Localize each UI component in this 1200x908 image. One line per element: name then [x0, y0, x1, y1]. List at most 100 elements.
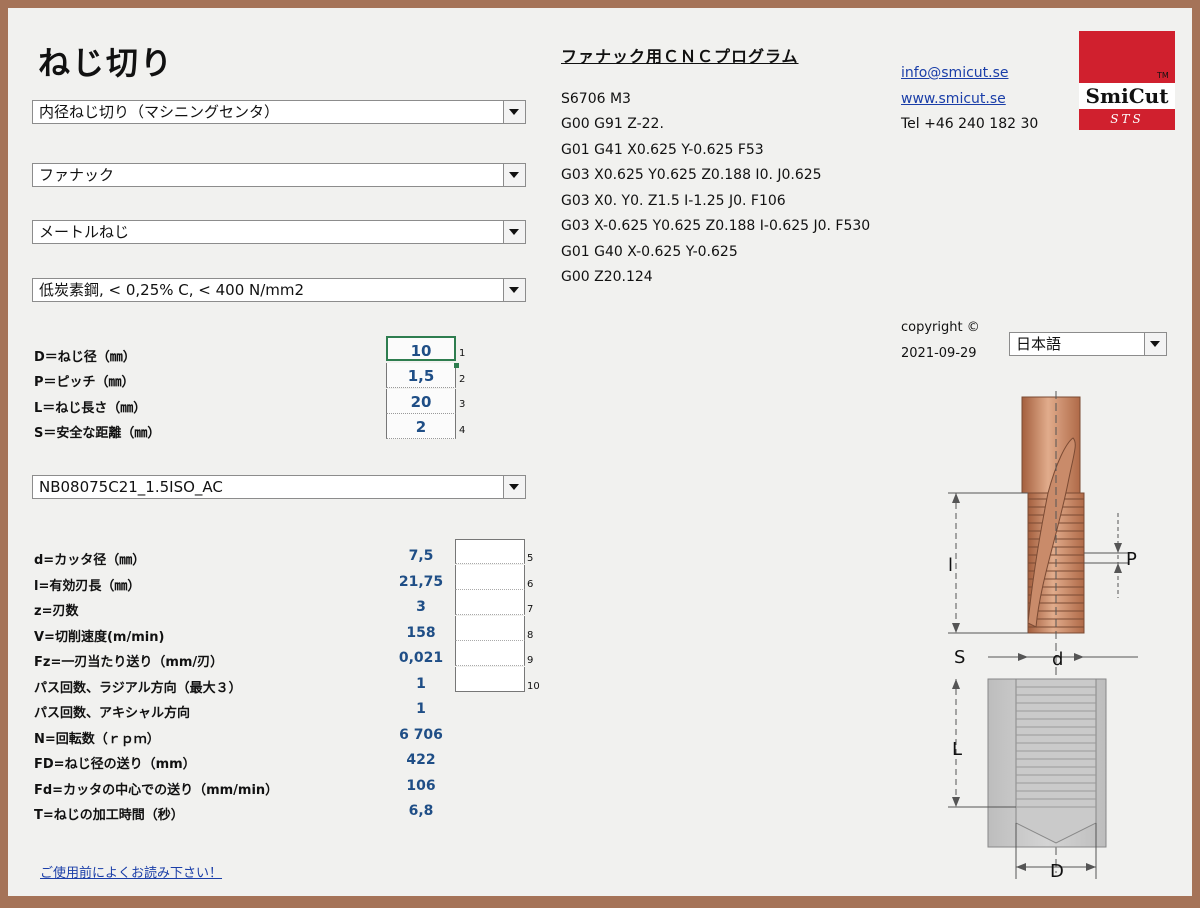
result-value: 3	[416, 599, 426, 615]
copyright-date: 2021-09-29	[901, 346, 977, 361]
phone-number: Tel +46 240 182 30	[901, 116, 1039, 132]
result-label: d=カッタ径（㎜）	[34, 553, 146, 568]
result-value: 0,021	[398, 650, 444, 666]
result-value: 6 706	[399, 727, 443, 743]
pitch-arrow-bottom	[1114, 563, 1122, 573]
result-value: 158	[406, 625, 436, 641]
note-cell[interactable]	[455, 590, 525, 615]
result-label: Fz=一刃当たり送り（mm/刃）	[34, 655, 224, 670]
L-arrow-bottom	[952, 797, 960, 807]
input-label-length: L＝ねじ長さ（㎜）	[34, 401, 147, 416]
chevron-down-icon[interactable]	[503, 279, 525, 301]
row-number: 8	[527, 630, 534, 641]
operation-select-value: 内径ねじ切り（マシニングセンタ）	[39, 103, 280, 121]
s-label: S	[954, 647, 965, 668]
result-label: Fd=カッタの中心での送り（mm/min）	[34, 783, 279, 798]
gcode-line: G00 Z20.124	[561, 269, 653, 285]
result-label: z=刃数	[34, 604, 79, 619]
worksheet: ねじ切り 内径ねじ切り（マシニングセンタ） ファナック メートルねじ 低炭素鋼,…	[8, 8, 1192, 896]
result-label: l=有効刃長（㎜）	[34, 579, 141, 594]
chevron-down-icon[interactable]	[1144, 333, 1166, 355]
thread-type-select[interactable]: メートルねじ	[32, 220, 526, 244]
gcode-line: S6706 M3	[561, 91, 631, 107]
result-label: パス回数、ラジアル方向（最大３）	[34, 681, 242, 696]
row-number: 6	[527, 579, 534, 590]
row-number: 3	[459, 399, 466, 410]
pitch-arrow-top	[1114, 543, 1122, 553]
note-cell[interactable]	[455, 667, 525, 692]
input-label-pitch: P＝ピッチ（㎜）	[34, 375, 135, 390]
L-arrow-top	[952, 679, 960, 689]
row-number: 9	[527, 655, 534, 666]
pitch-label: P	[1126, 549, 1137, 570]
threaded-hole	[1015, 678, 1097, 844]
language-select[interactable]: 日本語	[1009, 332, 1167, 356]
result-label: N=回転数（ｒｐｍ）	[34, 732, 160, 747]
result-value: 1	[416, 701, 426, 717]
note-cell[interactable]	[455, 616, 525, 641]
result-value: 106	[406, 778, 436, 794]
gcode-line: G03 X-0.625 Y0.625 Z0.188 I-0.625 J0. F5…	[561, 218, 871, 234]
tool-select-value: NB08075C21_1.5ISO_AC	[39, 478, 223, 496]
d-label: d	[1052, 649, 1063, 670]
material-select[interactable]: 低炭素鋼, < 0,25% C, < 400 N/mm2	[32, 278, 526, 302]
gcode-line: G00 G91 Z-22.	[561, 116, 664, 132]
result-label: V=切削速度(m/min)	[34, 630, 165, 645]
chevron-down-icon[interactable]	[503, 221, 525, 243]
result-value: 21,75	[398, 574, 444, 590]
result-value: 6,8	[408, 803, 434, 819]
chevron-down-icon[interactable]	[503, 164, 525, 186]
program-title: ファナック用ＣＮＣプログラム	[561, 47, 799, 66]
result-label: FD=ねじ径の送り（mm）	[34, 757, 196, 772]
gcode-line: G01 G41 X0.625 Y-0.625 F53	[561, 142, 764, 158]
fill-handle[interactable]	[454, 363, 459, 368]
result-label: T=ねじの加工時間（秒）	[34, 808, 184, 823]
thread-milling-diagram: l P S d L D	[948, 391, 1138, 882]
L-label: L	[952, 739, 962, 760]
row-number: 5	[527, 553, 534, 564]
input-label-safety: S＝安全な距離（㎜）	[34, 426, 161, 441]
operation-select[interactable]: 内径ねじ切り（マシニングセンタ）	[32, 100, 526, 124]
website-link[interactable]: www.smicut.se	[901, 91, 1006, 107]
D-arrow-right	[1086, 863, 1096, 871]
result-value: 422	[406, 752, 436, 768]
gcode-line: G03 X0.625 Y0.625 Z0.188 I0. J0.625	[561, 167, 822, 183]
row-number: 10	[527, 681, 540, 692]
result-label: パス回数、アキシャル方向	[34, 706, 191, 721]
row-number: 4	[459, 425, 466, 436]
l-arrow-top	[952, 493, 960, 503]
control-select-value: ファナック	[39, 166, 115, 184]
chevron-down-icon[interactable]	[503, 476, 525, 498]
l-label: l	[948, 555, 953, 576]
note-cell[interactable]	[455, 539, 525, 564]
control-select[interactable]: ファナック	[32, 163, 526, 187]
D-arrow-left	[1016, 863, 1026, 871]
length-input[interactable]: 20	[386, 389, 456, 414]
note-cell[interactable]	[455, 565, 525, 590]
input-label-diameter: D＝ねじ径（㎜）	[34, 350, 136, 365]
D-label: D	[1050, 861, 1064, 882]
material-select-value: 低炭素鋼, < 0,25% C, < 400 N/mm2	[39, 281, 305, 299]
result-value: 1	[416, 676, 426, 692]
diameter-input[interactable]: 10	[386, 336, 456, 361]
s-arrow	[1018, 653, 1028, 661]
chevron-down-icon[interactable]	[503, 101, 525, 123]
page-title: ねじ切り	[38, 44, 175, 82]
row-number: 7	[527, 604, 534, 615]
d-arrow-right	[1074, 653, 1084, 661]
l-arrow-bottom	[952, 623, 960, 633]
safety-distance-input[interactable]: 2	[386, 414, 456, 439]
language-select-value: 日本語	[1016, 335, 1062, 353]
smicut-logo: TM SmiCut STS	[1079, 31, 1175, 130]
pitch-input[interactable]: 1,5	[386, 363, 456, 388]
read-before-use-link[interactable]: ご使用前によくお読み下さい！	[40, 862, 222, 881]
row-number: 2	[459, 374, 466, 385]
gcode-line: G03 X0. Y0. Z1.5 I-1.25 J0. F106	[561, 193, 786, 209]
copyright-label: copyright ©	[901, 320, 980, 335]
tool-select[interactable]: NB08075C21_1.5ISO_AC	[32, 475, 526, 499]
result-value: 7,5	[408, 548, 434, 564]
thread-type-select-value: メートルねじ	[39, 223, 130, 241]
note-cell[interactable]	[455, 641, 525, 666]
email-link[interactable]: info@smicut.se	[901, 65, 1009, 81]
row-number: 1	[459, 348, 466, 359]
